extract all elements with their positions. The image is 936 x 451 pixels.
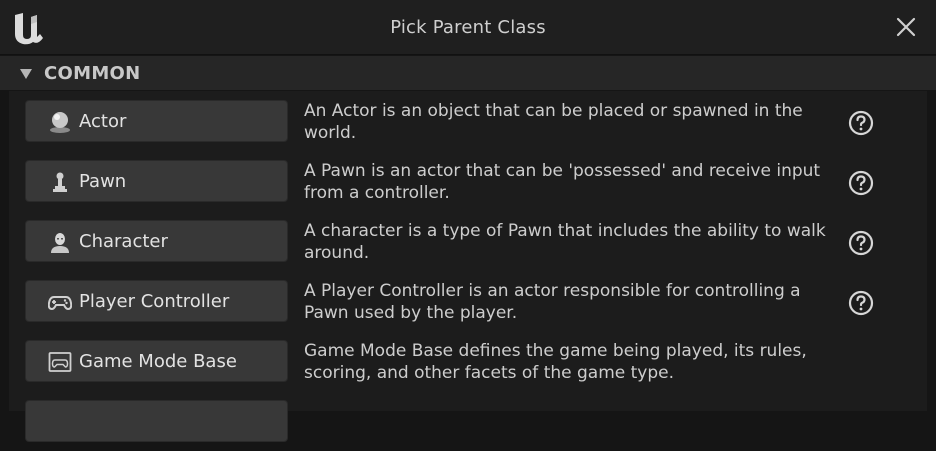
actor-sphere-icon — [50, 112, 70, 133]
pawn-button-label: Pawn — [79, 171, 127, 192]
character-button-label: Character — [79, 231, 168, 252]
close-icon[interactable] — [894, 15, 918, 39]
pawn-button[interactable]: Pawn — [25, 160, 288, 202]
class-row-player-controller: Player Controller A Player Controller is… — [9, 271, 927, 331]
collapse-arrow-icon[interactable] — [19, 68, 33, 80]
help-icon[interactable] — [848, 230, 874, 256]
player-controller-button-label: Player Controller — [79, 291, 230, 312]
class-list: Actor An Actor is an object that can be … — [9, 91, 927, 442]
actor-description: An Actor is an object that can be placed… — [304, 101, 803, 143]
gamepad-icon — [48, 296, 72, 311]
pick-parent-class-dialog: Pick Parent Class COMMON Actor An Actor … — [0, 0, 936, 442]
game-mode-base-button[interactable]: Game Mode Base — [25, 340, 288, 382]
help-icon[interactable] — [848, 170, 874, 196]
section-header-common[interactable]: COMMON — [0, 56, 936, 90]
class-row-pawn: Pawn A Pawn is an actor that can be 'pos… — [9, 151, 927, 211]
help-icon[interactable] — [848, 110, 874, 136]
class-row-game-mode-base: Game Mode Base Game Mode Base defines th… — [9, 331, 927, 391]
class-row-partial — [9, 391, 927, 451]
player-controller-description: A Player Controller is an actor responsi… — [304, 281, 801, 323]
dialog-title: Pick Parent Class — [390, 17, 546, 38]
pawn-description: A Pawn is an actor that can be 'possesse… — [304, 161, 821, 203]
title-bar: Pick Parent Class — [0, 0, 936, 55]
actor-button-label: Actor — [79, 111, 127, 132]
actor-button[interactable]: Actor — [25, 100, 288, 142]
character-description: A character is a type of Pawn that inclu… — [304, 221, 826, 263]
partial-class-button[interactable] — [25, 400, 288, 442]
help-icon[interactable] — [848, 290, 874, 316]
game-mode-icon — [48, 352, 72, 372]
game-mode-base-description: Game Mode Base defines the game being pl… — [304, 341, 807, 383]
game-mode-base-button-label: Game Mode Base — [79, 351, 237, 372]
section-label: COMMON — [44, 63, 141, 84]
class-row-actor: Actor An Actor is an object that can be … — [9, 91, 927, 151]
class-row-character: Character A character is a type of Pawn … — [9, 211, 927, 271]
pawn-icon — [53, 172, 67, 192]
character-button[interactable]: Character — [25, 220, 288, 262]
player-controller-button[interactable]: Player Controller — [25, 280, 288, 322]
character-icon — [51, 233, 69, 253]
